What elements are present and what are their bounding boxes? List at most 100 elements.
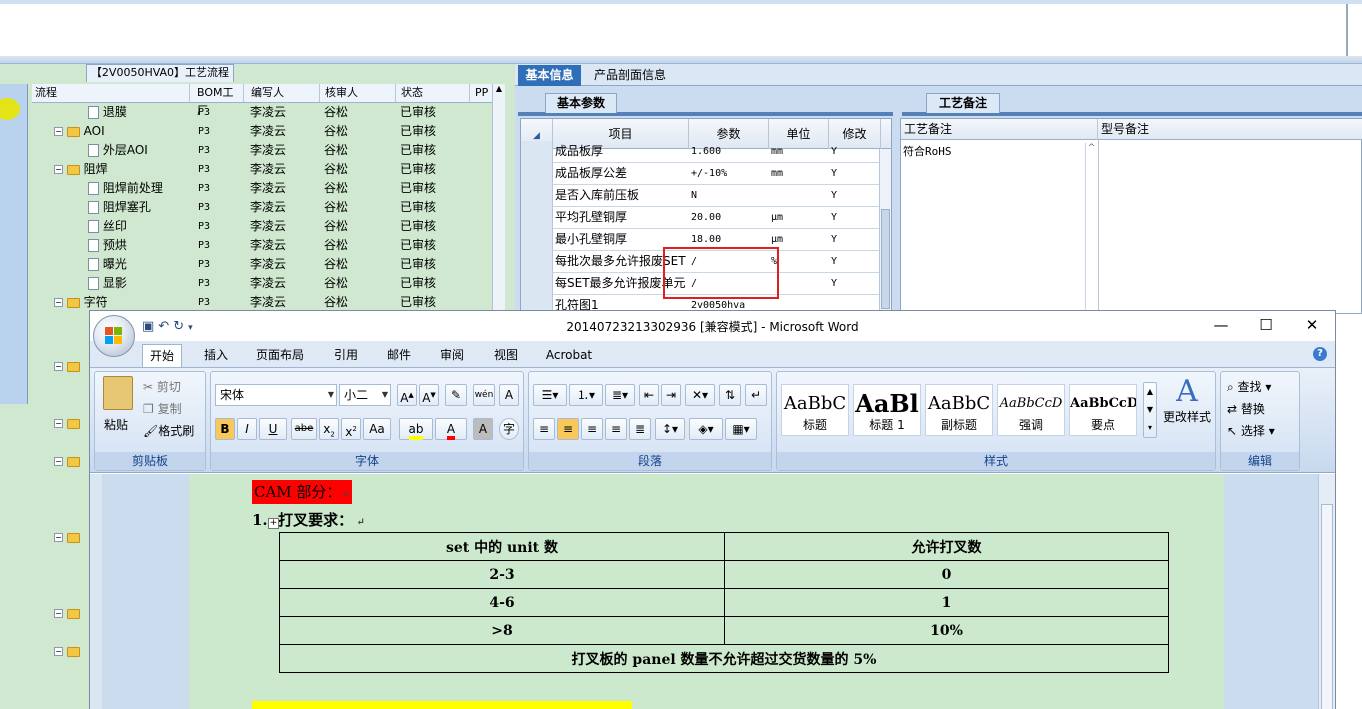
tab-page-layout[interactable]: 页面布局 [252, 344, 308, 367]
tree-row[interactable]: 显影 P3 李凌云 谷松 已审核 [32, 274, 492, 293]
font-size-combo[interactable]: 小二 ▼ [339, 384, 391, 406]
select-button[interactable]: ↖ 选择 ▾ [1227, 422, 1275, 439]
subscript-button[interactable]: x2 [319, 418, 339, 440]
align-left-icon[interactable]: ≡ [533, 418, 555, 440]
row-selector[interactable] [521, 273, 553, 295]
tree-row[interactable]: − AOI P3 李凌云 谷松 已审核 [32, 122, 492, 141]
qat-menu-icon[interactable]: ▾ [188, 323, 197, 333]
row-selector[interactable] [521, 163, 553, 185]
style-option[interactable]: AaBbC 标题 [781, 384, 849, 436]
tree-folder-stub[interactable]: − [54, 606, 80, 620]
table-cell[interactable]: 10% [724, 616, 1169, 645]
office-button[interactable] [93, 315, 135, 357]
collapse-icon[interactable]: − [54, 165, 63, 174]
strikethrough-button[interactable]: abe [291, 418, 317, 440]
maximize-button[interactable]: ☐ [1248, 315, 1284, 335]
table-cell[interactable]: set 中的 unit 数 [279, 532, 725, 561]
shading-icon[interactable]: ◈▾ [689, 418, 723, 440]
collapse-icon[interactable]: − [54, 457, 63, 466]
table-cell[interactable]: >8 [279, 616, 725, 645]
row-selector[interactable] [521, 229, 553, 251]
params-row[interactable]: 成品板厚 1.600 mm Y [521, 141, 881, 163]
grow-font-button[interactable]: A▲ [397, 384, 417, 406]
format-painter-button[interactable]: 🖌格式刷 [143, 422, 194, 439]
row-selector[interactable] [521, 251, 553, 273]
bold-button[interactable]: B [215, 418, 235, 440]
tree-row[interactable]: 丝印 P3 李凌云 谷松 已审核 [32, 217, 492, 236]
tab-insert[interactable]: 插入 [196, 344, 236, 367]
help-icon[interactable]: ? [1313, 347, 1327, 361]
copy-button[interactable]: ❐ 复制 [143, 400, 182, 417]
enclose-char-icon[interactable]: 字 [499, 418, 519, 440]
table-cell[interactable]: 1 [724, 588, 1169, 617]
borders-icon[interactable]: ▦▾ [725, 418, 757, 440]
align-center-icon[interactable]: ≡ [557, 418, 579, 440]
table-cell[interactable]: 允许打叉数 [724, 532, 1169, 561]
gallery-scroll[interactable]: ▲ ▼ ▾ [1143, 382, 1157, 438]
process-notes-value[interactable]: 符合RoHS [903, 143, 952, 159]
tree-row[interactable]: 退膜 P3 李凌云 谷松 已审核 [32, 103, 492, 122]
numbering-button[interactable]: ⒈▾ [569, 384, 603, 406]
params-row[interactable]: 是否入库前压板 N Y [521, 185, 881, 207]
col-process[interactable]: 流程 [32, 84, 190, 102]
change-styles-button[interactable]: A 更改样式 [1161, 376, 1213, 425]
style-option[interactable]: AaBbCcD 强调 [997, 384, 1065, 436]
col-pp[interactable]: PP [472, 84, 492, 102]
char-border-icon[interactable]: A [499, 384, 519, 406]
table-cell[interactable]: 4-6 [279, 588, 725, 617]
font-name-combo[interactable]: 宋体 ▼ [215, 384, 337, 406]
clear-format-icon[interactable]: ✎ [445, 384, 467, 406]
document-scrollbar[interactable] [1318, 474, 1335, 709]
bullets-button[interactable]: ☰▾ [533, 384, 567, 406]
collapse-icon[interactable]: − [54, 609, 63, 618]
paste-icon[interactable] [103, 376, 133, 410]
minimize-button[interactable]: — [1203, 315, 1239, 335]
style-option[interactable]: AaBl 标题 1 [853, 384, 921, 436]
change-case-button[interactable]: Aa [363, 418, 391, 440]
sort-icon[interactable]: ⇅ [719, 384, 741, 406]
char-shading-icon[interactable]: A [473, 418, 493, 440]
collapse-icon[interactable]: − [54, 298, 63, 307]
cut-button[interactable]: ✂ 剪切 [143, 378, 181, 395]
params-grid-scrollbar[interactable] [879, 149, 891, 313]
shrink-font-button[interactable]: A▼ [419, 384, 439, 406]
tree-row[interactable]: − 阻焊 P3 李凌云 谷松 已审核 [32, 160, 492, 179]
row-selector[interactable] [521, 141, 553, 163]
italic-button[interactable]: I [237, 418, 257, 440]
find-button[interactable]: ⌕ 查找 ▾ [1227, 378, 1271, 395]
col-reviewer[interactable]: 核审人 [322, 84, 396, 102]
cross-out-table[interactable]: set 中的 unit 数 允许打叉数 2-3 0 4-6 1 >8 10% 打… [279, 532, 1169, 673]
param-value[interactable]: +/-10% [691, 163, 769, 184]
scroll-thumb[interactable] [881, 209, 890, 309]
table-move-handle[interactable]: + [268, 518, 279, 529]
font-color-button[interactable]: A [435, 418, 467, 440]
table-cell[interactable]: 2-3 [279, 560, 725, 589]
tree-row[interactable]: 阻焊前处理 P3 李凌云 谷松 已审核 [32, 179, 492, 198]
decrease-indent-icon[interactable]: ⇤ [639, 384, 659, 406]
tab-view[interactable]: 视图 [486, 344, 526, 367]
phonetic-guide-icon[interactable]: wén [473, 384, 495, 406]
col-model-notes[interactable]: 型号备注 [1098, 119, 1362, 140]
tab-home[interactable]: 开始 [142, 344, 182, 367]
highlight-color-button[interactable]: ab [399, 418, 433, 440]
tree-folder-stub[interactable]: − [54, 644, 80, 658]
row-selector[interactable] [521, 207, 553, 229]
paste-button[interactable]: 粘贴 [104, 416, 128, 433]
tab-mailings[interactable]: 邮件 [379, 344, 419, 367]
tree-row[interactable]: 外层AOI P3 李凌云 谷松 已审核 [32, 141, 492, 160]
multilevel-list-button[interactable]: ≣▾ [605, 384, 635, 406]
redo-icon[interactable]: ↻ [173, 319, 188, 334]
col-bom[interactable]: BOM工厂 [194, 84, 244, 117]
style-option[interactable]: AaBbC 副标题 [925, 384, 993, 436]
subtab-basic-params[interactable]: 基本参数 [545, 93, 617, 113]
params-row[interactable]: 成品板厚公差 +/-10% mm Y [521, 163, 881, 185]
notes-scrollbar[interactable]: ^ [1085, 143, 1097, 315]
collapse-icon[interactable]: − [54, 419, 63, 428]
superscript-button[interactable]: x2 [341, 418, 361, 440]
tree-folder-stub[interactable]: − [54, 416, 80, 430]
subtab-process-notes[interactable]: 工艺备注 [926, 93, 1000, 113]
tree-row[interactable]: 曝光 P3 李凌云 谷松 已审核 [32, 255, 492, 274]
table-cell[interactable]: 打叉板的 panel 数量不允许超过交货数量的 5% [279, 644, 1169, 673]
cam-section-title[interactable]: CAM 部分：↵ [252, 480, 352, 504]
tab-references[interactable]: 引用 [326, 344, 366, 367]
